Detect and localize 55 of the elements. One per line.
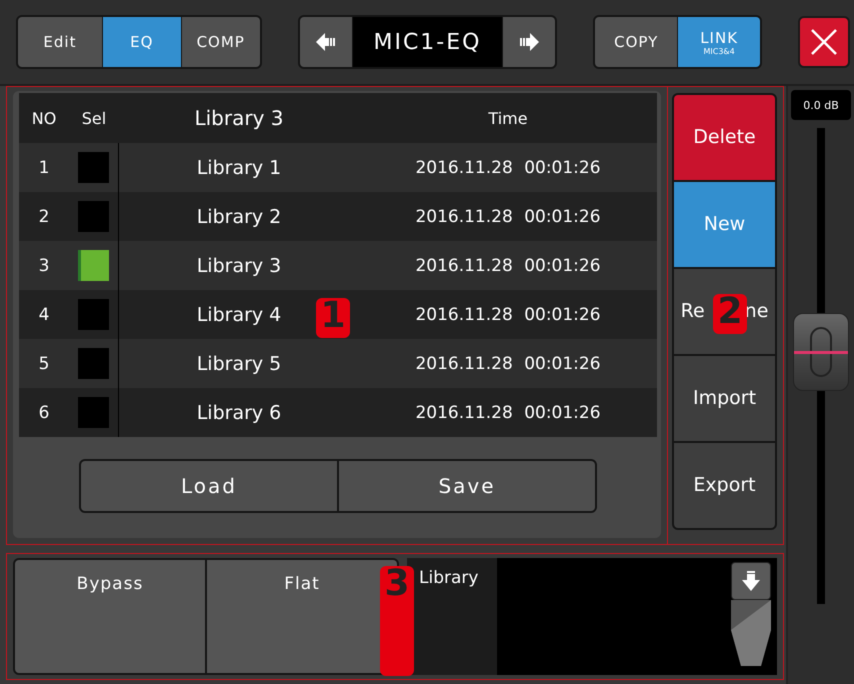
dropdown-gloss-icon (731, 600, 771, 666)
library-time: 2016.11.28 00:01:26 (359, 339, 657, 388)
library-name: Library 2 (119, 192, 359, 241)
row-number: 4 (19, 290, 69, 339)
action-button[interactable]: Export (674, 442, 775, 528)
preset-title: MIC1-EQ (352, 17, 502, 67)
mode-tab[interactable]: Edit (18, 17, 102, 67)
library-name: Library 3 (119, 241, 359, 290)
row-number: 6 (19, 388, 69, 437)
close-icon (810, 28, 838, 56)
column-header: Library 3 (119, 93, 359, 143)
row-number: 3 (19, 241, 69, 290)
column-header: Time (359, 93, 657, 143)
left-arrow-icon (316, 33, 336, 51)
row-number: 2 (19, 192, 69, 241)
mode-tab[interactable]: COMP (182, 17, 260, 67)
action-button[interactable]: Delete (674, 95, 775, 180)
level-reading: 0.0 dB (791, 90, 851, 120)
action-button[interactable]: New (674, 182, 775, 267)
column-header: NO (19, 93, 69, 143)
right-arrow-icon (519, 33, 540, 51)
close-button[interactable] (798, 16, 850, 68)
mode-tab[interactable]: EQ (102, 17, 181, 67)
library-name: Library 5 (119, 339, 359, 388)
dropdown-button[interactable] (731, 562, 771, 600)
select-checkbox[interactable] (78, 152, 109, 183)
previous-button[interactable] (300, 17, 352, 67)
library-time: 2016.11.28 00:01:26 (359, 192, 657, 241)
library-label: Library (407, 558, 497, 675)
select-checkbox[interactable] (78, 397, 109, 428)
library-name: Library 6 (119, 388, 359, 437)
callout-number: 2 (713, 294, 747, 334)
next-button[interactable] (503, 17, 556, 67)
library-name: Library 1 (119, 143, 359, 192)
action-button[interactable]: Import (674, 356, 775, 441)
select-checkbox[interactable] (78, 250, 109, 281)
select-checkbox[interactable] (78, 348, 109, 379)
select-checkbox[interactable] (78, 299, 109, 330)
row-number: 5 (19, 339, 69, 388)
library-time: 2016.11.28 00:01:26 (359, 388, 657, 437)
bypass-button[interactable]: Bypass (15, 560, 205, 673)
library-time: 2016.11.28 00:01:26 (359, 241, 657, 290)
callout-number: 1 (316, 298, 350, 338)
library-time: 2016.11.28 00:01:26 (359, 143, 657, 192)
save-button[interactable]: Save (339, 461, 595, 511)
copy-button[interactable]: COPY (595, 17, 678, 67)
fader-knob[interactable] (793, 312, 849, 391)
select-checkbox[interactable] (78, 201, 109, 232)
load-button[interactable]: Load (81, 461, 337, 511)
row-number: 1 (19, 143, 69, 192)
column-header: Sel (69, 93, 119, 143)
callout-number: 3 (380, 566, 414, 676)
library-time: 2016.11.28 00:01:26 (359, 290, 657, 339)
link-button[interactable]: LINK MIC3&4 (678, 17, 760, 67)
down-arrow-icon (742, 570, 760, 591)
